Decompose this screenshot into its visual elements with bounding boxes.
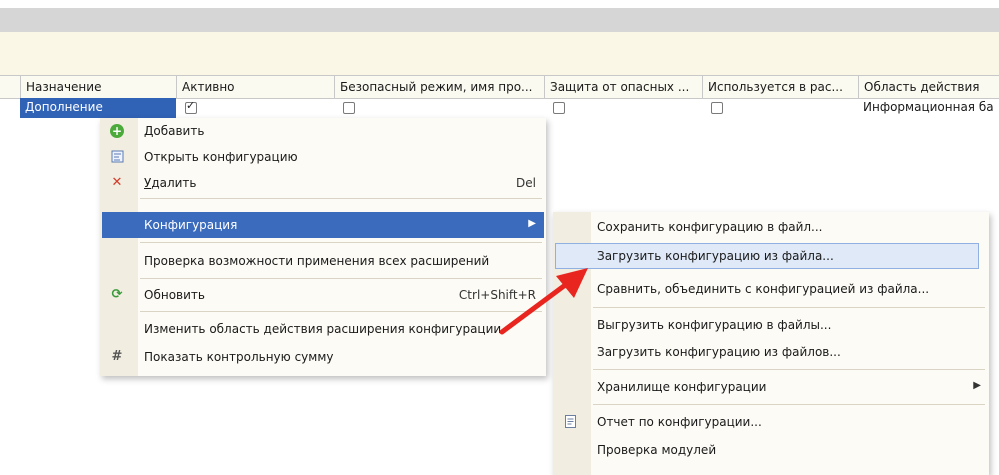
submenu-item-compare-merge[interactable]: Сравнить, объединить с конфигурацией из … [553,276,989,302]
submenu-item-repository[interactable]: Хранилище конфигурации ▶ [553,374,989,400]
add-icon: + [110,124,124,138]
menu-item-check-extensions[interactable]: Проверка возможности применения всех рас… [100,248,546,274]
column-header-used[interactable]: Используется в рас... [702,76,858,98]
column-header-purpose[interactable]: Назначение [20,76,176,98]
menu-item-label: Проверка модулей [597,443,717,457]
protection-checkbox[interactable] [553,101,565,114]
report-icon [563,415,577,429]
safe-mode-checkbox[interactable] [343,101,355,114]
menu-item-label: Отчет по конфигурации... [597,415,762,429]
column-header-active[interactable]: Активно [176,76,334,98]
menu-item-label: Сравнить, объединить с конфигурацией из … [597,282,930,296]
menu-item-label: Обновить [144,288,205,302]
configuration-submenu: Сохранить конфигурацию в файл... Загрузи… [553,212,989,475]
table-header: Назначение Активно Безопасный режим, имя… [0,75,999,99]
menu-item-configuration[interactable]: Конфигурация ▶ [102,212,544,238]
menu-item-label: далить [151,176,197,190]
active-checkbox[interactable] [185,99,197,114]
menu-item-show-checksum[interactable]: # Показать контрольную сумму [100,344,546,370]
menu-item-label: Проверка возможности применения всех рас… [144,254,490,268]
cell-active[interactable] [180,98,220,118]
menu-item-label: Показать контрольную сумму [144,350,334,364]
column-header-safe-mode[interactable]: Безопасный режим, имя про... [334,76,544,98]
menu-separator [140,198,542,199]
mnemonic-letter: Д [144,124,154,138]
open-config-icon [110,150,124,164]
cell-used[interactable] [706,98,746,118]
menu-separator [140,278,542,279]
submenu-item-report[interactable]: Отчет по конфигурации... [553,409,989,435]
column-header-scope[interactable]: Область действия [858,76,999,98]
menu-separator [593,404,985,405]
checksum-icon: # [111,349,123,364]
command-bar [0,32,999,75]
menu-item-label: обавить [153,124,205,138]
cell-purpose[interactable]: Дополнение [20,98,176,118]
submenu-arrow-icon: ▶ [528,218,536,229]
table-row[interactable]: Дополнение Информационная ба [0,98,999,118]
menu-item-label: Конфигурация [144,218,238,232]
menu-item-add[interactable]: + Добавить [100,118,546,144]
shortcut-label: Del [516,176,536,190]
menu-item-change-scope[interactable]: Изменить область действия расширения кон… [100,316,546,342]
menu-item-open-configuration[interactable]: Открыть конфигурацию [100,144,546,170]
submenu-item-dump-to-files[interactable]: Выгрузить конфигурацию в файлы... [553,312,989,338]
menu-item-delete[interactable]: ✕ Удалить Del [100,170,546,196]
menu-separator [593,369,985,370]
menu-item-label: Загрузить конфигурацию из файлов... [597,345,841,359]
refresh-icon: ⟳ [111,287,123,302]
menu-item-label: Загрузить конфигурацию из файла... [597,249,834,263]
title-bar [0,8,999,32]
cell-protection[interactable] [548,98,588,118]
used-checkbox[interactable] [711,101,723,114]
menu-item-label: Изменить область действия расширения кон… [144,322,502,336]
submenu-item-save-to-file[interactable]: Сохранить конфигурацию в файл... [553,214,989,240]
menu-separator [140,242,542,243]
cell-safe-mode[interactable] [338,98,378,118]
cell-scope[interactable]: Информационная ба [858,98,999,118]
menu-item-label: Сохранить конфигурацию в файл... [597,220,823,234]
submenu-item-load-from-files[interactable]: Загрузить конфигурацию из файлов... [553,339,989,365]
annotation-arrow-icon [499,268,588,335]
menu-item-refresh[interactable]: ⟳ Обновить Ctrl+Shift+R [100,282,546,308]
menu-item-label: Открыть конфигурацию [144,150,298,164]
delete-icon: ✕ [111,175,123,190]
context-menu: + Добавить Открыть конфигурацию ✕ Удалит… [100,118,546,376]
column-header-protection[interactable]: Защита от опасных ... [544,76,702,98]
menu-item-label: Выгрузить конфигурацию в файлы... [597,318,832,332]
menu-separator [140,311,542,312]
menu-item-label: Хранилище конфигурации [597,380,767,394]
submenu-arrow-icon: ▶ [973,380,981,391]
submenu-item-load-from-file[interactable]: Загрузить конфигурацию из файла... [555,243,979,269]
submenu-item-check-modules[interactable]: Проверка модулей [553,437,989,463]
menu-separator [593,307,985,308]
